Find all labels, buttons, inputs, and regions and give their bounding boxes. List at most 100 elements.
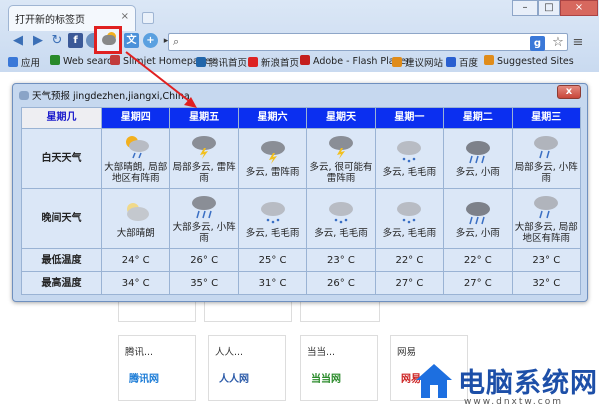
bookmark-suggested-cn[interactable]: 建议网站 [392, 55, 443, 69]
day-header: 星期六 [237, 107, 308, 129]
table-header-row: 星期几 星期四 星期五 星期六 星期天 星期一 星期二 星期三 [21, 107, 582, 129]
tile-dangdang[interactable]: 当当... 当当网 [300, 335, 378, 401]
header-weekday-label: 星期几 [21, 107, 102, 129]
night-cell: 大部多云, 小阵雨 [169, 188, 239, 250]
night-cell: 多云, 毛毛雨 [306, 188, 376, 250]
tile-logo: 腾讯网 [129, 374, 159, 385]
day-weather-row: 白天天气 大部晴朗, 局部地区有阵雨 局部多云, 雷阵雨 多云, 雷阵雨 多云,… [21, 127, 582, 190]
day-header: 星期四 [100, 107, 171, 129]
min-temp-cell: 22° C [374, 248, 445, 273]
day-header: 星期五 [169, 107, 239, 129]
bookmark-baidu[interactable]: 百度 [446, 55, 478, 69]
max-temp-cell: 27° C [443, 271, 513, 295]
house-logo-icon [416, 364, 452, 398]
watermark-text: 电脑系统网 [458, 368, 598, 399]
forward-icon[interactable]: ▶ [30, 33, 46, 49]
min-temp-cell: 26° C [169, 248, 239, 273]
title-bar: 打开新的标签页 × – □ × [0, 0, 599, 31]
night-cell: 多云, 小雨 [443, 188, 513, 250]
thunderstorm-icon [192, 135, 217, 159]
minimize-button[interactable]: – [512, 0, 538, 16]
min-temp-row: 最低温度 24° C 26° C 25° C 23° C 22° C 22° C… [21, 248, 582, 273]
max-temp-row: 最高温度 34° C 35° C 31° C 26° C 27° C 27° C… [21, 271, 582, 295]
night-weather-row: 晚间天气 大部晴朗 大部多云, 小阵雨 多云, 毛毛雨 多云, 毛毛雨 多云, … [21, 188, 582, 250]
drizzle-icon [397, 141, 422, 163]
baidu-icon [446, 57, 456, 67]
popup-close-button[interactable]: x [557, 85, 581, 99]
tencent-icon [196, 57, 206, 67]
sina-icon [248, 57, 258, 67]
bookmark-suggested-sites[interactable]: Suggested Sites [484, 55, 574, 67]
close-window-button[interactable]: × [560, 0, 598, 16]
day-cell: 多云, 小雨 [443, 127, 513, 190]
tile-renren[interactable]: 人人... 人人网 [208, 335, 286, 401]
suggested-sites-icon [392, 57, 402, 67]
tab-title: 打开新的标签页 [15, 15, 85, 26]
watermark-url: www.dnxtw.com [464, 397, 564, 407]
bookmark-apps[interactable]: 应用 [8, 55, 40, 69]
max-temp-cell: 31° C [237, 271, 308, 295]
zoom-icon[interactable]: + [143, 33, 158, 48]
night-cell: 多云, 毛毛雨 [374, 188, 445, 250]
tile-logo: 当当网 [311, 374, 341, 385]
popup-title: 天气预报 jingdezhen,jiangxi,China [19, 88, 190, 102]
sun-cloud-rain-icon [125, 135, 149, 159]
min-temp-cell: 25° C [237, 248, 308, 273]
row-label: 最低温度 [21, 248, 102, 273]
night-cell: 大部晴朗 [100, 188, 171, 250]
day-cell: 局部多云, 雷阵雨 [169, 127, 239, 190]
tile-label: 人人... [215, 347, 244, 358]
tile-ghost [204, 300, 292, 322]
tile-ghost [300, 300, 380, 322]
max-temp-cell: 27° C [374, 271, 445, 295]
row-label: 晚间天气 [21, 188, 102, 250]
back-icon[interactable]: ◀ [10, 33, 26, 49]
min-temp-cell: 24° C [100, 248, 171, 273]
search-icon: ⌕ [173, 35, 180, 48]
bookmark-star-icon[interactable]: ☆ [550, 35, 566, 51]
day-header: 星期二 [443, 107, 513, 129]
tile-label: 腾讯... [125, 347, 154, 358]
suggested-sites-icon [484, 55, 494, 65]
new-tab-button[interactable] [142, 12, 154, 24]
day-cell: 多云, 很可能有雷阵雨 [306, 127, 376, 190]
day-cell: 大部晴朗, 局部地区有阵雨 [100, 127, 171, 190]
weather-app-icon [19, 91, 29, 100]
rain-icon [465, 201, 490, 224]
day-cell: 局部多云, 小阵雨 [511, 127, 582, 190]
bookmark-web-search[interactable]: Web search [50, 55, 118, 67]
google-search-icon[interactable]: g [530, 36, 545, 51]
max-temp-cell: 35° C [169, 271, 239, 295]
slimjet-icon [110, 55, 120, 65]
browser-chrome: 打开新的标签页 × – □ × ◀ ▶ ↻ f 文 + ▸ ⌕ g ☆ ≡ 应用… [0, 0, 599, 72]
translate-icon[interactable]: 文 [124, 33, 139, 48]
forecast-table: 星期几 星期四 星期五 星期六 星期天 星期一 星期二 星期三 白天天气 大部晴… [21, 107, 582, 295]
drizzle-icon [397, 201, 422, 223]
adobe-icon [300, 55, 310, 65]
rain-icon [192, 196, 217, 219]
row-label: 最高温度 [21, 271, 102, 295]
menu-icon[interactable]: ≡ [570, 35, 586, 51]
tile-label: 当当... [307, 347, 336, 358]
maximize-button[interactable]: □ [538, 0, 560, 16]
tile-ghost [118, 300, 196, 322]
bookmark-tencent[interactable]: 腾讯首页 [196, 55, 247, 69]
rain-icon [534, 196, 559, 219]
weather-extension-button[interactable] [94, 26, 122, 54]
facebook-icon[interactable]: f [68, 33, 83, 48]
drizzle-icon [260, 201, 285, 223]
drizzle-icon [328, 201, 353, 223]
reload-icon[interactable]: ↻ [49, 33, 65, 49]
tile-tencent[interactable]: 腾讯... 腾讯网 [118, 335, 196, 401]
cloud-icon [102, 35, 116, 45]
thunderstorm-icon [260, 141, 285, 165]
tab-close-icon[interactable]: × [121, 11, 129, 22]
day-header: 星期三 [511, 107, 582, 129]
night-cell: 大部多云, 局部地区有阵雨 [511, 188, 582, 250]
day-cell: 多云, 雷阵雨 [237, 127, 308, 190]
row-label: 白天天气 [21, 127, 102, 190]
day-header: 星期一 [374, 107, 445, 129]
min-temp-cell: 23° C [511, 248, 582, 273]
bookmark-sina[interactable]: 新浪首页 [248, 55, 299, 69]
address-bar[interactable]: ⌕ [168, 33, 568, 51]
